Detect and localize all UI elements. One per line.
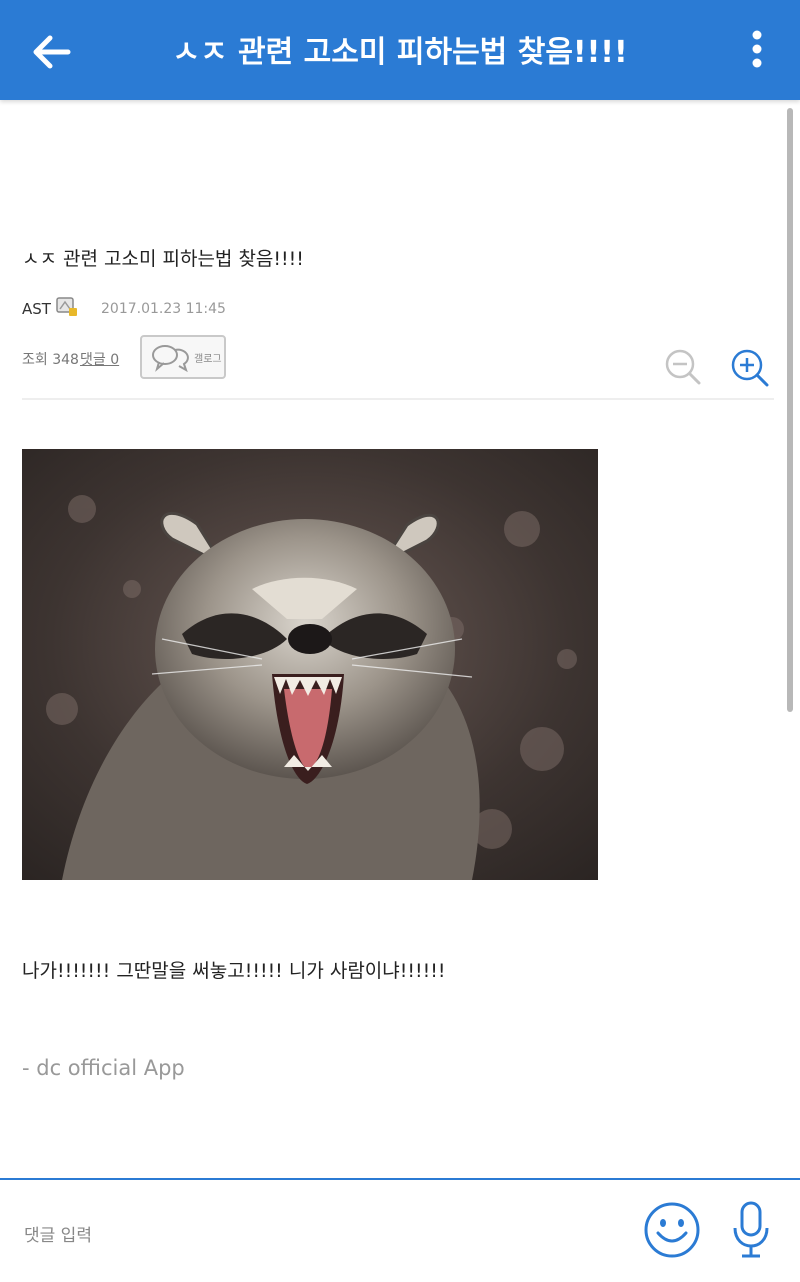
view-count: 조회 348 [22,352,79,368]
comment-count-link[interactable]: 댓글 0 [80,349,119,369]
zoom-out-icon [665,349,701,385]
header-divider [22,398,774,400]
app-signature: - dc official App [22,1056,185,1080]
zoom-out-button[interactable] [664,348,702,386]
speech-bubbles-icon [152,345,189,373]
post-body: 나가!!!!!!! 그딴말을 써놓고!!!!! 니가 사람이냐!!!!!! [22,960,446,982]
header-title: ㅅㅈ 관련 고소미 피하는법 찾음!!!! [172,35,628,70]
raccoon-photo [22,449,598,880]
more-vertical-icon [752,30,762,68]
emoji-button[interactable] [643,1201,701,1259]
more-menu-button[interactable] [742,28,772,72]
smiley-face-icon [644,1202,700,1258]
scrollbar[interactable] [787,108,793,712]
post-image[interactable] [22,449,598,880]
post-title: ㅅㅈ 관련 고소미 피하는법 찾음!!!! [22,248,304,270]
zoom-in-button[interactable] [730,348,770,388]
arrow-left-icon [33,35,71,69]
post-date: 2017.01.23 11:45 [101,301,226,317]
back-button[interactable] [28,28,76,76]
zoom-in-icon [731,349,769,387]
author-nickname[interactable]: AST [22,300,51,318]
fixed-nick-badge-icon [56,297,77,316]
microphone-icon [733,1201,769,1258]
gallog-label: 갤로그 [194,354,222,365]
voice-input-button[interactable] [730,1200,772,1260]
gallog-button[interactable]: 갤로그 [140,335,226,379]
comment-input[interactable] [22,1220,526,1252]
app-header: ㅅㅈ 관련 고소미 피하는법 찾음!!!! [0,0,800,100]
